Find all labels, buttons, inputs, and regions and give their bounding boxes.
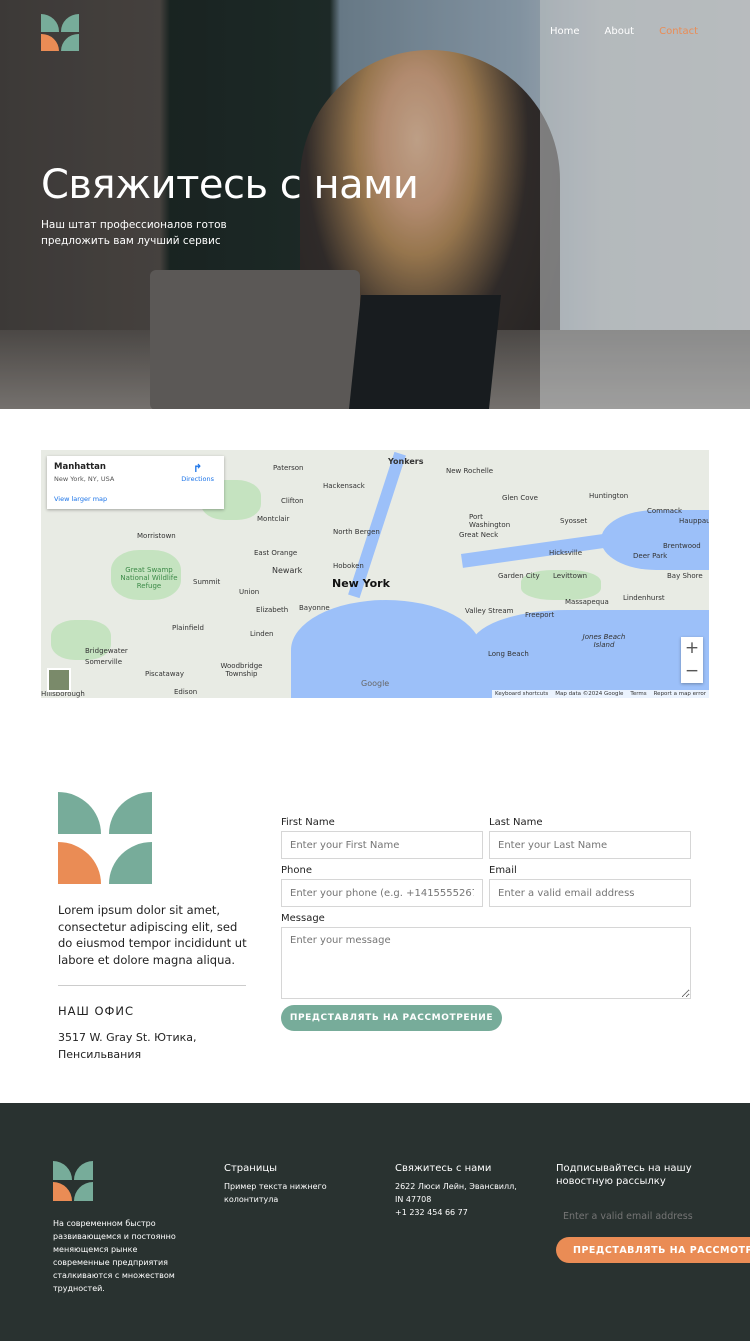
map-label: Somerville bbox=[85, 658, 123, 666]
first-name-label: First Name bbox=[281, 817, 335, 828]
map-label: Edison bbox=[174, 688, 198, 696]
map-label: Plainfield bbox=[172, 624, 204, 632]
contact-heading: Свяжитесь с нами bbox=[395, 1163, 492, 1174]
map-label: Montclair bbox=[257, 515, 290, 523]
logo-large bbox=[58, 792, 152, 884]
map-label: Woodbridge Township bbox=[220, 662, 263, 678]
message-label: Message bbox=[281, 913, 325, 924]
last-name-label: Last Name bbox=[489, 817, 543, 828]
newsletter-submit-button[interactable]: ПРЕДСТАВЛЯТЬ НА РАССМОТРЕНИЕ bbox=[556, 1237, 750, 1263]
map-label: Port Washington bbox=[469, 513, 511, 529]
map-attribution: Keyboard shortcuts Map data ©2024 Google… bbox=[491, 690, 709, 698]
map-label: Clifton bbox=[281, 497, 304, 505]
map-label: Bayonne bbox=[299, 604, 330, 612]
newsletter-heading: Подписывайтесь на нашу новостную рассылк… bbox=[556, 1163, 692, 1187]
contact-phone: +1 232 454 66 77 bbox=[395, 1208, 468, 1217]
map-info-card: Manhattan New York, NY, USA View larger … bbox=[47, 456, 224, 509]
office-address: 3517 W. Gray St. Ютика, Пенсильвания bbox=[58, 1031, 197, 1061]
map-label: Long Beach bbox=[488, 650, 529, 658]
about-text: Lorem ipsum dolor sit amet, consectetur … bbox=[58, 903, 247, 967]
office-heading: НАШ ОФИС bbox=[58, 1004, 135, 1018]
email-label: Email bbox=[489, 865, 517, 876]
google-logo: Google bbox=[361, 679, 390, 688]
map-label: Glen Cove bbox=[502, 494, 538, 502]
map-label: New York bbox=[332, 577, 390, 590]
map-label: Brentwood bbox=[663, 542, 701, 550]
map-label: Levittown bbox=[553, 572, 588, 580]
footer-about: На современном быстро развивающемся и по… bbox=[53, 1219, 176, 1293]
map-label: Newark bbox=[272, 566, 303, 575]
map-label: Summit bbox=[193, 578, 221, 586]
map-label: Hicksville bbox=[549, 549, 583, 557]
map-label: Hoboken bbox=[333, 562, 364, 570]
map-embed[interactable]: Yonkers Paterson New Rochelle Hackensack… bbox=[41, 450, 709, 698]
message-input[interactable] bbox=[281, 927, 691, 999]
map-label: Linden bbox=[250, 630, 274, 638]
map-label: Yonkers bbox=[388, 457, 424, 466]
contact-address: 2622 Люси Лейн, Эвансвилл, IN 47708 bbox=[395, 1182, 517, 1204]
map-label: Hauppauge bbox=[679, 517, 709, 525]
map-label: Freeport bbox=[525, 611, 555, 619]
map-label: Lindenhurst bbox=[623, 594, 665, 602]
map-label: Bridgewater bbox=[85, 647, 128, 655]
map-label: East Orange bbox=[254, 549, 298, 557]
last-name-input[interactable] bbox=[489, 831, 691, 859]
map-label: Huntington bbox=[589, 492, 629, 500]
footer: На современном быстро развивающемся и по… bbox=[0, 1103, 750, 1341]
hero-banner: Home About Contact Свяжитесь с нами Наш … bbox=[0, 0, 750, 409]
satellite-toggle[interactable] bbox=[47, 668, 71, 692]
map-label: Elizabeth bbox=[256, 606, 289, 614]
zoom-in-button[interactable]: + bbox=[681, 637, 703, 660]
phone-input[interactable] bbox=[281, 879, 483, 907]
newsletter-email-input[interactable] bbox=[556, 1206, 750, 1226]
directions-icon: ↱ bbox=[193, 462, 203, 475]
main-nav: Home About Contact bbox=[550, 26, 698, 37]
email-input[interactable] bbox=[489, 879, 691, 907]
terms-link[interactable]: Terms bbox=[630, 691, 646, 697]
pages-heading: Страницы bbox=[224, 1163, 278, 1174]
view-larger-map-link[interactable]: View larger map bbox=[54, 495, 107, 503]
map-label: New Rochelle bbox=[446, 467, 494, 475]
map-label: North Bergen bbox=[333, 528, 380, 536]
nav-about[interactable]: About bbox=[605, 26, 635, 37]
keyboard-shortcuts-link[interactable]: Keyboard shortcuts bbox=[495, 691, 548, 697]
map-label: Syosset bbox=[560, 517, 588, 525]
map-label: Great Swamp National Wildlife Refuge bbox=[120, 566, 178, 590]
phone-label: Phone bbox=[281, 865, 312, 876]
map-zoom-controls: + − bbox=[681, 637, 703, 683]
map-label: Garden City bbox=[498, 572, 540, 580]
map-label: Hackensack bbox=[323, 482, 365, 490]
map-label: Bay Shore bbox=[667, 572, 703, 580]
map-label: Valley Stream bbox=[465, 607, 514, 615]
map-label: Massapequa bbox=[565, 598, 609, 606]
map-label: Deer Park bbox=[633, 552, 668, 560]
nav-contact[interactable]: Contact bbox=[659, 26, 698, 37]
directions-button[interactable]: ↱ Directions bbox=[181, 462, 214, 483]
footer-logo bbox=[53, 1161, 93, 1201]
logo[interactable] bbox=[41, 14, 79, 51]
pages-text[interactable]: Пример текста нижнего колонтитула bbox=[224, 1180, 334, 1206]
first-name-input[interactable] bbox=[281, 831, 483, 859]
report-error-link[interactable]: Report a map error bbox=[654, 691, 706, 697]
map-label: Piscataway bbox=[145, 670, 184, 678]
map-label: Jones Beach Island bbox=[582, 633, 626, 649]
map-label: Great Neck bbox=[459, 531, 499, 539]
map-label: Commack bbox=[647, 507, 682, 515]
map-label: Morristown bbox=[137, 532, 176, 540]
zoom-out-button[interactable]: − bbox=[681, 660, 703, 683]
divider bbox=[58, 985, 246, 986]
submit-button[interactable]: ПРЕДСТАВЛЯТЬ НА РАССМОТРЕНИЕ bbox=[281, 1005, 502, 1031]
map-label: Union bbox=[239, 588, 260, 596]
nav-home[interactable]: Home bbox=[550, 26, 580, 37]
map-label: Paterson bbox=[273, 464, 304, 472]
hero-subtitle: Наш штат профессионалов готов предложить… bbox=[41, 219, 227, 247]
page-title: Свяжитесь с нами bbox=[41, 162, 419, 208]
